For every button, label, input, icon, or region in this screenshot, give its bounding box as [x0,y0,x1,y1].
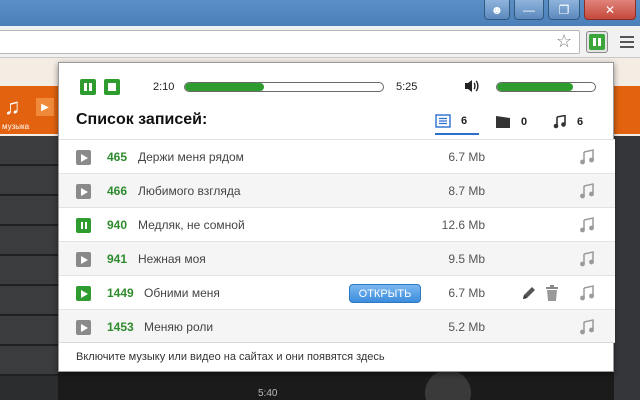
tab-video[interactable]: 0 [495,109,527,135]
tab-all[interactable]: 6 [435,109,479,135]
pause-icon [589,34,605,50]
track-number: 466 [107,184,128,198]
site-header-right [614,86,640,134]
play-button[interactable] [76,252,91,267]
tab-music[interactable]: 6 [553,109,583,135]
user-icon[interactable]: ☻ [484,0,510,20]
pause-button[interactable] [80,79,96,95]
tab-music-count: 6 [577,116,584,128]
play-icon [81,187,88,196]
track-number: 1449 [107,286,134,300]
music-note-icon [580,319,594,335]
track-number: 940 [107,218,128,232]
play-icon [81,289,88,298]
track-name: Обними меня [144,286,220,300]
trash-icon[interactable] [545,284,559,302]
page-right-column [614,136,640,400]
pencil-icon[interactable] [521,285,537,301]
elapsed-time: 2:10 [153,81,175,93]
play-button[interactable] [76,286,91,301]
duration-time: 5:25 [396,81,418,93]
track-name: Держи меня рядом [138,150,244,164]
window-titlebar [0,0,640,26]
bookmark-star-icon[interactable]: ☆ [556,31,572,51]
play-button[interactable] [76,320,91,335]
video-icon [496,116,510,128]
track-number: 1453 [107,320,134,334]
browser-menu-icon[interactable] [620,36,634,51]
page-sidebar [0,136,58,400]
volume-slider[interactable] [496,82,596,92]
table-row[interactable]: 940 Медляк, не сомной 12.6 Mb [59,207,615,241]
play-button[interactable] [76,150,91,165]
table-row[interactable]: 1449 Обними меня ОТКРЫТЬ 6.7 Mb [59,275,615,309]
track-size: 6.7 Mb [448,286,485,300]
open-button[interactable]: ОТКРЫТЬ [349,284,421,303]
pause-button[interactable] [76,218,91,233]
track-name: Нежная моя [138,252,206,266]
track-list: 465 Держи меня рядом 6.7 Mb 466 Любимого… [59,139,615,343]
play-icon [81,323,88,332]
music-note-icon [580,251,594,267]
table-row[interactable]: 1453 Меняю роли 5.2 Mb [59,309,615,343]
extension-player-button[interactable] [586,31,608,53]
player-popup: 2:10 5:25 Список записей: 6 0 6 465 Держ… [58,62,615,372]
volume-icon[interactable] [463,77,481,95]
stop-icon [108,83,116,91]
restore-button[interactable]: ❐ [548,0,580,20]
table-row[interactable]: 941 Нежная моя 9.5 Mb [59,241,615,275]
track-name: Медляк, не сомной [138,218,245,232]
music-icon [553,115,566,129]
track-number: 465 [107,150,128,164]
music-note-icon [580,149,594,165]
track-size: 12.6 Mb [441,218,485,232]
seek-bar-fill [185,83,265,91]
track-name: Любимого взгляда [138,184,241,198]
browser-toolbar: ☆ [0,26,640,58]
page-video-time: 5:40 [258,388,278,399]
track-name: Меняю роли [144,320,214,334]
pause-icon [80,222,83,229]
track-number: 941 [107,252,128,266]
footer-hint: Включите музыку или видео на сайтах и он… [76,351,385,363]
music-note-icon [580,183,594,199]
stop-button[interactable] [104,79,120,95]
music-note-icon [580,285,594,301]
table-row[interactable]: 465 Держи меня рядом 6.7 Mb [59,139,615,173]
minimize-button[interactable]: — [514,0,544,20]
tab-all-count: 6 [461,115,468,127]
music-note-icon [580,217,594,233]
seek-bar[interactable] [184,82,384,92]
music-note-icon: ♫ [4,94,21,119]
play-icon [81,255,88,264]
address-bar[interactable] [0,30,580,54]
volume-slider-fill [497,83,574,91]
play-icon [81,153,88,162]
site-section-label: музыка [2,122,30,131]
page-video-area [58,372,614,400]
track-size: 6.7 Mb [448,150,485,164]
site-play-icon[interactable]: ▶ [36,98,54,116]
list-icon [435,114,451,128]
list-title: Список записей: [76,111,208,128]
play-button[interactable] [76,184,91,199]
pause-icon [84,83,87,91]
tab-video-count: 0 [521,116,528,128]
track-size: 8.7 Mb [448,184,485,198]
close-button[interactable]: ✕ [584,0,636,20]
track-size: 9.5 Mb [448,252,485,266]
table-row[interactable]: 466 Любимого взгляда 8.7 Mb [59,173,615,207]
track-size: 5.2 Mb [448,320,485,334]
